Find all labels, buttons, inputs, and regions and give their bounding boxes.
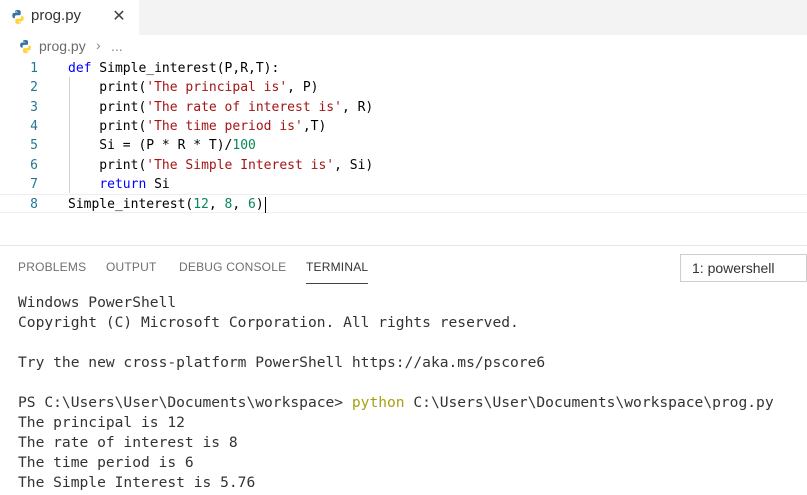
line-number: 7: [30, 176, 38, 192]
code-token: print(: [68, 157, 147, 173]
terminal-command-args: C:\Users\User\Documents\workspace\prog.p…: [404, 394, 774, 411]
terminal-line: Windows PowerShell: [18, 294, 177, 311]
code-line[interactable]: 4 print('The time period is',T): [0, 117, 807, 136]
code-token: 100: [232, 138, 256, 154]
code-token: ): [255, 197, 264, 213]
chevron-right-icon: ›: [96, 37, 101, 53]
code-token: print(: [68, 99, 147, 115]
code-token: print(: [68, 118, 147, 134]
terminal-prompt: PS C:\Users\User\Documents\workspace>: [18, 394, 352, 411]
code-token: ,: [232, 197, 249, 213]
code-token: , P): [287, 80, 319, 96]
code-text: return Si: [68, 175, 170, 194]
code-text: print('The Simple Interest is', Si): [68, 156, 373, 175]
code-token: ,T): [302, 118, 327, 134]
code-text: Simple_interest(12, 8, 6): [68, 195, 266, 214]
code-token: ,: [208, 197, 225, 213]
tab-terminal[interactable]: TERMINAL: [306, 260, 368, 274]
code-token: Simple_interest(P,R,T):: [91, 61, 280, 76]
terminal-line: The principal is 12: [18, 414, 185, 431]
tab-label: prog.py: [31, 7, 82, 24]
python-file-icon: [18, 39, 33, 57]
line-number: 4: [30, 118, 38, 134]
code-editor[interactable]: 1 def Simple_interest(P,R,T): 2 print('The…: [0, 58, 807, 218]
tab-debug-console[interactable]: DEBUG CONSOLE: [179, 260, 286, 274]
code-token: def: [68, 61, 92, 76]
code-token: 'The rate of interest is': [146, 99, 342, 115]
tab-prog-py[interactable]: prog.py ✕: [0, 0, 139, 35]
terminal-line: The time period is 6: [18, 454, 194, 471]
line-number: 1: [30, 61, 38, 76]
code-line[interactable]: 6 print('The Simple Interest is', Si): [0, 156, 807, 175]
code-line[interactable]: 7 return Si: [0, 175, 807, 194]
terminal-command: python: [351, 394, 405, 411]
code-line[interactable]: 8 Simple_interest(12, 8, 6): [0, 194, 807, 214]
code-token: return: [99, 176, 147, 192]
terminal-line: The Simple Interest is 5.76: [18, 474, 256, 491]
close-icon[interactable]: ✕: [110, 5, 128, 27]
code-token: print(: [68, 80, 147, 96]
code-token: Simple_interest(: [68, 197, 194, 213]
line-number: 2: [30, 80, 38, 96]
active-tab-indicator: [306, 283, 368, 284]
code-line[interactable]: 1 def Simple_interest(P,R,T):: [0, 59, 807, 78]
code-line[interactable]: 2 print('The principal is', P): [0, 78, 807, 97]
tab-output[interactable]: OUTPUT: [106, 260, 157, 274]
editor-tab-bar: prog.py ✕: [0, 0, 807, 35]
code-token: 'The principal is': [146, 80, 288, 96]
line-number: 6: [30, 157, 38, 173]
code-token: 6: [248, 197, 256, 213]
code-token: , Si): [334, 157, 374, 173]
tab-problems[interactable]: PROBLEMS: [18, 260, 86, 274]
code-text: print('The rate of interest is', R): [68, 98, 373, 117]
code-text: print('The time period is',T): [68, 117, 326, 136]
terminal-line: Try the new cross-platform PowerShell ht…: [18, 354, 546, 371]
terminal-line: Copyright (C) Microsoft Corporation. All…: [18, 314, 519, 331]
python-file-icon: [10, 9, 26, 29]
text-cursor: [264, 196, 266, 213]
code-token: 12: [193, 197, 209, 213]
code-line[interactable]: 5 Si = (P * R * T)/100: [0, 136, 807, 155]
code-token: 'The Simple Interest is': [146, 157, 335, 173]
breadcrumb-file[interactable]: prog.py: [39, 38, 86, 54]
code-line[interactable]: 3 print('The rate of interest is', R): [0, 98, 807, 117]
line-number: 5: [30, 138, 38, 154]
line-number: 3: [30, 99, 38, 115]
code-text: Si = (P * R * T)/100: [68, 136, 256, 155]
code-text: def Simple_interest(P,R,T):: [68, 59, 279, 78]
terminal-line: The rate of interest is 8: [18, 434, 238, 451]
code-token: Si = (P * R * T)/: [68, 138, 233, 154]
code-token: Si: [146, 176, 170, 192]
line-number: 8: [30, 197, 38, 213]
terminal-select-value: 1: powershell: [692, 260, 775, 276]
terminal-line: PS C:\Users\User\Documents\workspace> py…: [18, 393, 774, 413]
code-token: 'The time period is': [146, 118, 303, 134]
terminal-select-dropdown[interactable]: 1: powershell: [680, 254, 807, 282]
breadcrumb-more[interactable]: ...: [111, 38, 123, 54]
code-token: , R): [341, 99, 374, 115]
panel-divider: [0, 245, 807, 246]
code-text: print('The principal is', P): [68, 78, 318, 97]
